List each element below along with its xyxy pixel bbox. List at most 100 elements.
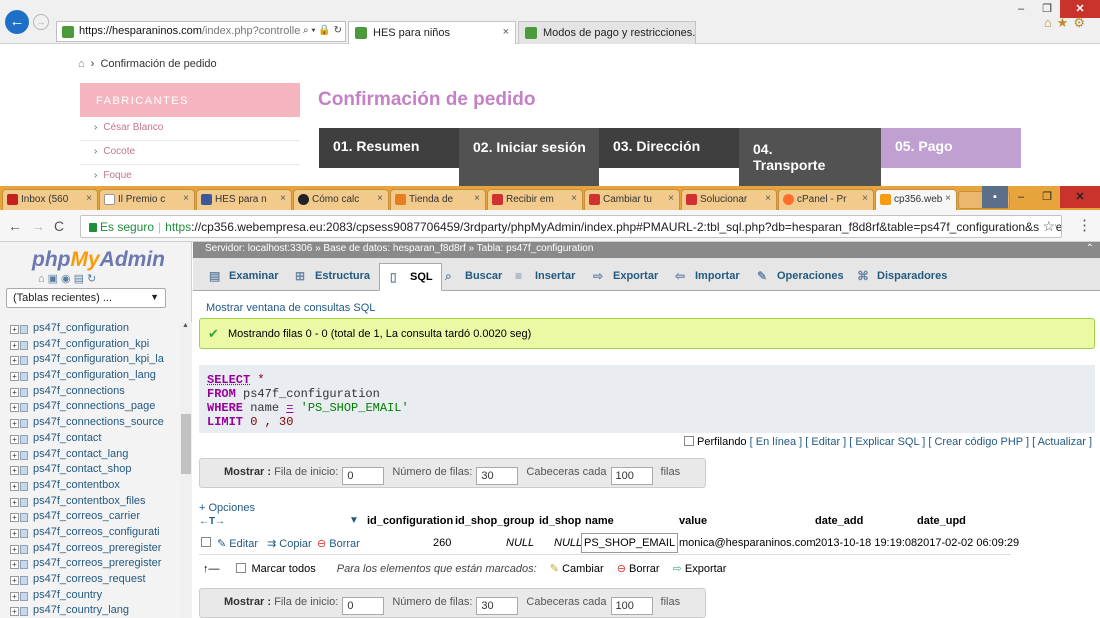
table-name[interactable]: ps47f_correos_carrier	[33, 510, 140, 522]
chrome-tab[interactable]: HES para n ×	[196, 189, 292, 210]
table-tree-item[interactable]: + ps47f_correos_preregister	[0, 557, 180, 573]
table-tree-item[interactable]: + ps47f_connections_source	[0, 416, 180, 432]
rows-count-input[interactable]: 30	[476, 597, 519, 615]
close-icon[interactable]: ×	[503, 26, 509, 38]
col-value[interactable]: value	[679, 515, 707, 527]
table-name[interactable]: ps47f_correos_preregister	[33, 557, 161, 569]
expand-icon[interactable]: +	[10, 497, 19, 507]
col-id-configuration[interactable]: id_configuration	[367, 515, 453, 527]
close-icon[interactable]: ×	[862, 193, 868, 204]
manufacturer-link[interactable]: › César Blanco	[80, 117, 300, 141]
tab-operations[interactable]: ✎ Operaciones	[747, 263, 852, 291]
column-arrows-icon[interactable]: ←T→	[199, 516, 225, 527]
table-tree-item[interactable]: + ps47f_connections	[0, 385, 180, 401]
tab-search[interactable]: ⌕ Buscar	[435, 263, 510, 291]
home-icon[interactable]: ⌂	[78, 58, 85, 70]
back-icon[interactable]: ←	[8, 218, 22, 234]
table-tree-item[interactable]: + ps47f_configuration	[0, 322, 180, 338]
manufacturer-link[interactable]: › Cocote	[80, 141, 300, 165]
expand-icon[interactable]: +	[10, 356, 19, 366]
expand-icon[interactable]: +	[10, 372, 19, 382]
tab-triggers[interactable]: ⌘ Disparadores	[847, 263, 955, 291]
scrollbar[interactable]: ▲	[180, 322, 192, 618]
col-id-shop-group[interactable]: id_shop_group	[455, 515, 534, 527]
table-tree-item[interactable]: + ps47f_connections_page	[0, 400, 180, 416]
close-icon[interactable]: ×	[571, 193, 577, 204]
tab-export[interactable]: ⇨ Exportar	[583, 263, 666, 291]
table-name[interactable]: ps47f_configuration_lang	[33, 369, 156, 381]
close-icon[interactable]: ×	[668, 193, 674, 204]
col-id-shop[interactable]: id_shop	[539, 515, 581, 527]
step-login[interactable]: 02. Iniciar sesión	[459, 128, 599, 186]
sql-select-keyword[interactable]: SELECT	[207, 373, 250, 387]
chrome-tab[interactable]: Recibir em ×	[487, 189, 583, 210]
table-tree-item[interactable]: + ps47f_contact	[0, 432, 180, 448]
row-checkbox[interactable]	[201, 537, 211, 547]
bookmark-star-icon[interactable]: ☆	[1039, 218, 1055, 235]
close-icon[interactable]: ×	[280, 193, 286, 204]
step-payment[interactable]: 05. Pago	[881, 128, 1021, 168]
expand-icon[interactable]: +	[10, 434, 19, 444]
table-name[interactable]: ps47f_country_lang	[33, 604, 129, 616]
table-tree-item[interactable]: + ps47f_configuration_lang	[0, 369, 180, 385]
start-row-input[interactable]: 0	[342, 597, 385, 615]
table-tree-item[interactable]: + ps47f_correos_preregister	[0, 542, 180, 558]
step-shipping[interactable]: 04. Transporte	[739, 128, 881, 186]
close-icon[interactable]: ×	[377, 193, 383, 204]
sql-query-box[interactable]: SELECT * FROM ps47f_configuration WHERE …	[199, 365, 1095, 433]
cell-id-shop-group[interactable]: NULL	[506, 537, 534, 549]
table-name[interactable]: ps47f_country	[33, 589, 102, 601]
profiling-checkbox[interactable]	[684, 436, 695, 446]
close-icon[interactable]: ×	[86, 193, 92, 204]
table-tree-item[interactable]: + ps47f_contentbox	[0, 479, 180, 495]
expand-icon[interactable]: +	[10, 403, 19, 413]
chrome-tab[interactable]: Il Premio c ×	[99, 189, 195, 210]
col-date-add[interactable]: date_add	[815, 515, 863, 527]
minimize-icon[interactable]: –	[1008, 186, 1034, 208]
scrollbar-thumb[interactable]	[181, 414, 191, 474]
home-star-gear-icons[interactable]: ⌂★⚙	[1044, 15, 1090, 31]
profile-icon[interactable]: ▪	[982, 186, 1008, 208]
check-all-label[interactable]: Marcar todos	[252, 563, 316, 575]
show-query-window-link[interactable]: Mostrar ventana de consultas SQL	[206, 302, 375, 314]
server-breadcrumb[interactable]: Servidor: localhost:3306 » Base de datos…	[193, 242, 1100, 258]
scroll-up-icon[interactable]: ▲	[182, 322, 189, 329]
headers-every-input[interactable]: 100	[610, 597, 653, 615]
expand-icon[interactable]: +	[10, 481, 19, 491]
table-tree-item[interactable]: + ps47f_configuration_kpi	[0, 338, 180, 354]
expand-icon[interactable]: +	[10, 544, 19, 554]
step-address[interactable]: 03. Dirección	[599, 128, 739, 168]
ie-tab-payment[interactable]: Modos de pago y restricciones...	[518, 21, 696, 44]
table-name[interactable]: ps47f_correos_configurati	[33, 526, 160, 538]
search-lock-refresh-icon[interactable]: ⌕ ▾ 🔒 ↻	[301, 25, 342, 36]
table-tree-item[interactable]: + ps47f_correos_configurati	[0, 526, 180, 542]
bulk-delete-button[interactable]: ⊖ Borrar	[617, 563, 660, 575]
chrome-tab[interactable]: Cómo calc ×	[293, 189, 389, 210]
expand-icon[interactable]: +	[10, 466, 19, 476]
check-all-checkbox[interactable]	[235, 563, 246, 573]
query-action-links[interactable]: [ En línea ] [ Editar ] [ Explicar SQL ]…	[750, 436, 1092, 448]
table-name[interactable]: ps47f_contact_lang	[33, 448, 128, 460]
cell-value[interactable]: monica@hesparaninos.com	[679, 537, 816, 549]
table-name[interactable]: ps47f_configuration_kpi_la	[33, 353, 164, 365]
table-tree-item[interactable]: + ps47f_contact_lang	[0, 448, 180, 464]
manufacturer-link[interactable]: › Foque	[80, 165, 300, 186]
back-arrow-icon[interactable]: ←	[5, 10, 29, 34]
delete-link[interactable]: ⊖ Borrar	[317, 537, 360, 550]
step-summary[interactable]: 01. Resumen	[319, 128, 459, 168]
table-tree-item[interactable]: + ps47f_country	[0, 589, 180, 605]
start-row-input[interactable]: 0	[342, 467, 385, 485]
table-tree-item[interactable]: + ps47f_contentbox_files	[0, 495, 180, 511]
copy-link[interactable]: ⇉ Copiar	[267, 537, 312, 550]
collapse-icon[interactable]: ⌃	[1086, 243, 1094, 254]
tab-import[interactable]: ⇦ Importar	[665, 263, 748, 291]
col-name[interactable]: name	[585, 515, 614, 527]
tab-browse[interactable]: ▤ Examinar	[199, 263, 287, 291]
expand-icon[interactable]: +	[10, 560, 19, 570]
edit-link[interactable]: ✎ Editar	[217, 537, 258, 550]
phpmyadmin-logo[interactable]: phpMyAdmin	[32, 248, 165, 272]
expand-icon[interactable]: +	[10, 607, 19, 617]
col-date-upd[interactable]: date_upd	[917, 515, 966, 527]
chrome-tab[interactable]: Inbox (560 ×	[2, 189, 98, 210]
headers-every-input[interactable]: 100	[610, 467, 653, 485]
